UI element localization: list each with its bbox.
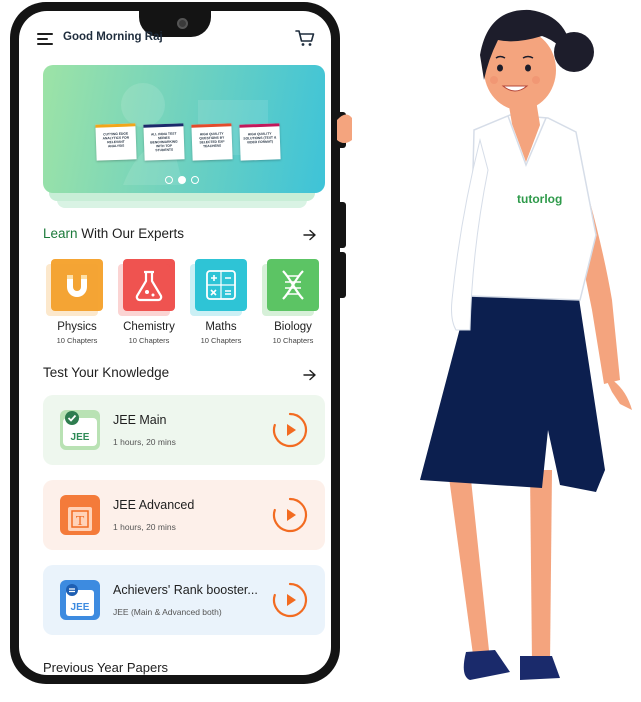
subject-chapters: 10 Chapters [128,336,170,345]
learn-title-accent: Learn [43,226,78,241]
test-title: JEE Main [113,413,167,427]
subject-tile [118,259,175,316]
test-card-jee-advanced[interactable]: T JEE Advanced 1 hours, 20 mins [43,480,325,550]
banner-card: HIGH QUALITY QUESTIONS BY SELECTED EXP T… [191,123,233,161]
carousel-dot[interactable] [191,176,199,184]
subject-name: Chemistry [123,321,175,333]
tutor-illustration: tutorlog [337,9,632,680]
learn-title-rest: With Our Experts [77,226,185,241]
carousel-dot[interactable] [165,176,173,184]
subject-chapters: 10 Chapters [56,336,98,345]
previous-papers-title: Previous Year Papers [43,660,169,675]
app-screen: Good Morning Raj CUTTING EDGE ANALYTICS … [19,11,331,675]
test-card-rank-booster[interactable]: JEE Achievers' Rank booster... JEE (Main… [43,565,325,635]
magnet-icon [67,275,87,297]
greeting-text: Good Morning Raj [63,31,163,43]
svg-text:JEE: JEE [71,602,90,613]
subject-name: Maths [205,321,237,333]
rank-booster-icon: JEE [60,580,100,620]
banner-feature-cards: CUTTING EDGE ANALYTICS FOR RELEVANT ANAL… [95,123,281,161]
test-title: Achievers' Rank booster... [113,583,258,597]
svg-text:JEE: JEE [71,432,90,443]
subject-card-maths[interactable]: Maths 10 Chapters [187,259,255,345]
subject-list: Physics 10 Chapters Chemistry 10 Chapter… [43,259,327,345]
test-meta: JEE (Main & Advanced both) [113,607,222,617]
phone-frame: Good Morning Raj CUTTING EDGE ANALYTICS … [10,2,346,684]
math-symbols-icon [206,270,236,300]
subject-card-physics[interactable]: Physics 10 Chapters [43,259,111,345]
test-meta: 1 hours, 20 mins [113,522,176,532]
subject-tile [262,259,319,316]
svg-text:T: T [76,514,85,529]
promo-banner[interactable]: CUTTING EDGE ANALYTICS FOR RELEVANT ANAL… [43,65,325,193]
subject-chapters: 10 Chapters [200,336,242,345]
app-header: Good Morning Raj [19,11,331,57]
cart-icon[interactable] [295,29,315,47]
learn-section-title: Learn With Our Experts [43,226,184,241]
banner-card: CUTTING EDGE ANALYTICS FOR RELEVANT ANAL… [95,123,137,161]
test-meta: 1 hours, 20 mins [113,437,176,447]
play-button-icon[interactable] [272,412,308,448]
subject-card-chemistry[interactable]: Chemistry 10 Chapters [115,259,183,345]
test-card-jee-main[interactable]: JEE JEE Main 1 hours, 20 mins [43,395,325,465]
arrow-right-icon[interactable] [303,229,317,241]
arrow-right-icon[interactable] [303,369,317,381]
shirt-logo: tutorlog [517,192,562,206]
flask-icon [135,270,163,302]
subject-tile [190,259,247,316]
carousel-dots [165,176,199,184]
banner-card: HIGH QUALITY SOLUTIONS (TEXT & VIDEO FOR… [239,123,281,161]
menu-icon[interactable] [37,33,53,45]
subject-tile [46,259,103,316]
banner-card: ALL INDIA TEST SERIES BENCHMARKING WITH … [143,123,185,161]
subject-chapters: 10 Chapters [272,336,314,345]
jee-advanced-icon: T [60,495,100,535]
test-section-title: Test Your Knowledge [43,365,170,380]
subject-card-biology[interactable]: Biology 10 Chapters [259,259,327,345]
jee-main-icon: JEE [60,410,100,450]
play-button-icon[interactable] [272,497,308,533]
test-title: JEE Advanced [113,498,195,512]
carousel-dot-active[interactable] [178,176,186,184]
dna-icon [282,270,304,300]
subject-name: Physics [57,321,97,333]
play-button-icon[interactable] [272,582,308,618]
subject-name: Biology [274,321,312,333]
